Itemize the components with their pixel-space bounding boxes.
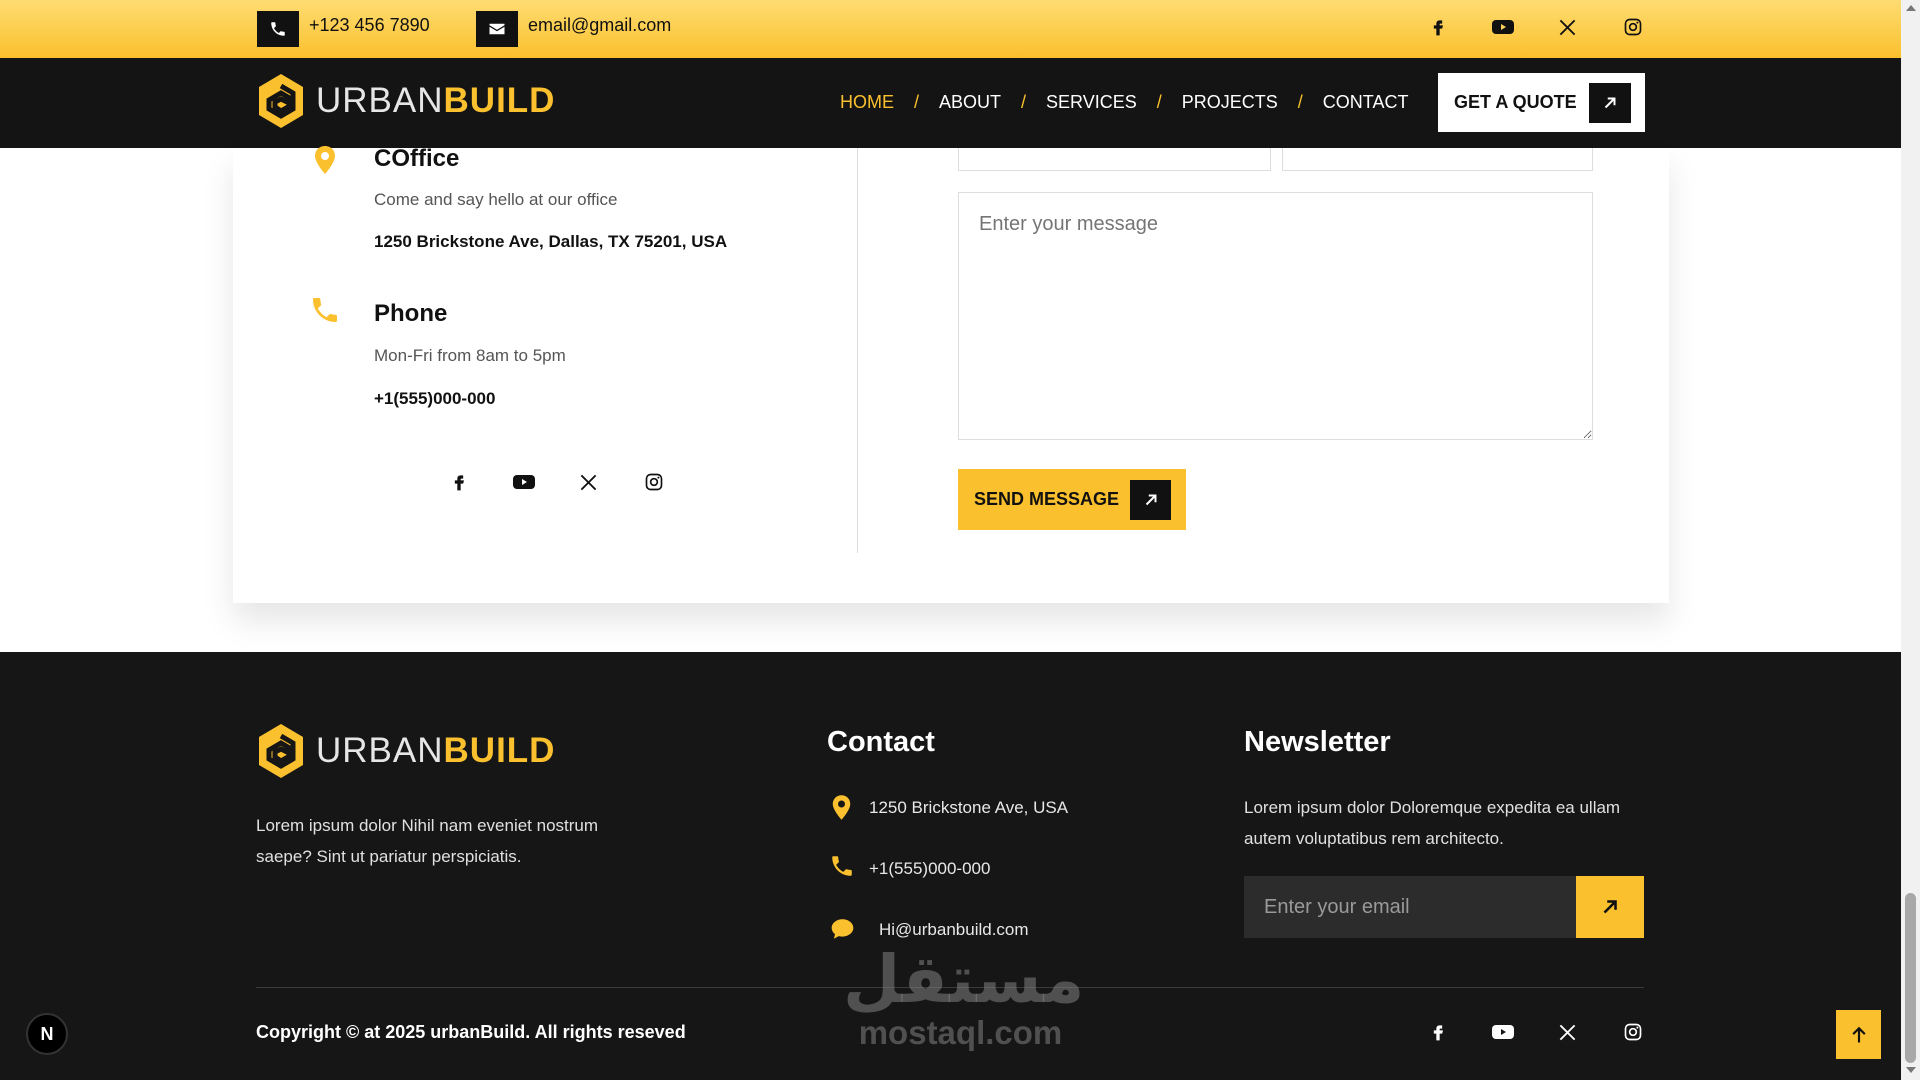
card-social <box>426 472 686 492</box>
topbar-social <box>1405 17 1665 37</box>
nav-services[interactable]: SERVICES <box>1046 92 1137 113</box>
office-title: COffice <box>374 145 460 172</box>
location-pin-icon <box>831 794 852 826</box>
youtube-icon[interactable] <box>491 472 556 492</box>
nav-home[interactable]: HOME <box>840 92 894 113</box>
x-icon[interactable] <box>1535 18 1600 37</box>
scroll-up-arrow[interactable] <box>1906 5 1916 11</box>
instagram-icon[interactable] <box>621 472 686 492</box>
send-message-label: SEND MESSAGE <box>974 489 1120 509</box>
scroll-down-arrow[interactable] <box>1906 1067 1916 1073</box>
newsletter-email-input[interactable] <box>1244 876 1576 938</box>
phone-subtitle: Mon-Fri from 8am to 5pm <box>374 346 566 365</box>
card-divider <box>857 148 858 553</box>
newsletter-description: Lorem ipsum dolor Doloremque expedita ea… <box>1244 798 1621 848</box>
logo-icon <box>259 74 303 128</box>
youtube-icon[interactable] <box>1470 1022 1535 1042</box>
envelope-icon <box>476 11 518 47</box>
footer-email[interactable]: Hi@urbanbuild.com <box>879 920 1029 940</box>
footer-description: Lorem ipsum dolor Nihil nam eveniet nost… <box>256 816 599 866</box>
x-icon[interactable] <box>556 473 621 492</box>
arrow-up-right-icon <box>1603 900 1617 914</box>
location-pin-icon <box>313 145 337 180</box>
send-message-button[interactable]: SEND MESSAGE <box>958 469 1186 530</box>
facebook-icon[interactable] <box>1405 17 1470 37</box>
phone-icon <box>257 11 299 47</box>
get-quote-button[interactable]: GET A QUOTE <box>1438 73 1645 132</box>
top-bar: +123 456 7890 email@gmail.com <box>0 0 1901 58</box>
nav-contact[interactable]: CONTACT <box>1323 92 1409 113</box>
footer-phone[interactable]: +1(555)000-000 <box>869 859 990 879</box>
arrow-up-icon <box>1851 1026 1866 1042</box>
topbar-phone[interactable]: +123 456 7890 <box>309 15 430 36</box>
brand-name: URBANBUILD <box>316 81 556 120</box>
topbar-email[interactable]: email@gmail.com <box>528 15 671 36</box>
copyright-text: Copyright © at 2025 urbanBuild. All righ… <box>256 1022 686 1042</box>
mostaql-watermark: مستقل mostaql.com <box>843 941 1085 1051</box>
get-quote-label: GET A QUOTE <box>1454 92 1577 112</box>
nav-separator: / <box>1156 92 1162 112</box>
message-textarea[interactable] <box>958 192 1593 440</box>
youtube-icon[interactable] <box>1470 17 1535 37</box>
phone-value: +1(555)000-000 <box>374 389 496 408</box>
x-icon[interactable] <box>1535 1023 1600 1042</box>
newsletter-heading: Newsletter <box>1244 726 1391 758</box>
back-to-top-button[interactable] <box>1836 1010 1881 1059</box>
facebook-icon[interactable] <box>426 472 491 492</box>
main-nav: URBANBUILD HOME / ABOUT / SERVICES / PRO… <box>0 58 1901 148</box>
arrow-up-right-icon <box>1589 83 1631 123</box>
brand-name: URBANBUILD <box>316 731 556 770</box>
office-subtitle: Come and say hello at our office <box>374 190 618 209</box>
phone-icon <box>829 853 855 884</box>
footer-logo[interactable]: URBANBUILD <box>256 722 555 780</box>
name-field[interactable] <box>958 148 1271 171</box>
logo-icon <box>259 724 303 778</box>
nav-projects[interactable]: PROJECTS <box>1182 92 1278 113</box>
newsletter-submit-button[interactable] <box>1576 876 1644 938</box>
instagram-icon[interactable] <box>1600 1022 1665 1042</box>
scroll-thumb[interactable] <box>1905 893 1916 1063</box>
header-logo[interactable]: URBANBUILD <box>256 72 555 130</box>
nav-about[interactable]: ABOUT <box>939 92 1001 113</box>
service-field[interactable] <box>1282 148 1593 171</box>
footer-contact-heading: Contact <box>827 726 935 758</box>
nav-separator: / <box>914 92 920 112</box>
nav-menu: HOME / ABOUT / SERVICES / PROJECTS / CON… <box>840 92 1408 113</box>
footer-address: 1250 Brickstone Ave, USA <box>869 798 1069 817</box>
office-address: 1250 Brickstone Ave, Dallas, TX 75201, U… <box>374 232 728 251</box>
facebook-icon[interactable] <box>1405 1022 1470 1042</box>
page-scrollbar[interactable] <box>1901 0 1920 1080</box>
footer-social <box>1405 1022 1665 1042</box>
phone-icon <box>309 294 341 331</box>
nav-separator: / <box>1297 92 1303 112</box>
instagram-icon[interactable] <box>1600 17 1665 37</box>
phone-title: Phone <box>374 300 448 327</box>
nextjs-badge[interactable]: N <box>26 1013 68 1055</box>
nav-separator: / <box>1021 92 1027 112</box>
arrow-up-right-icon <box>1130 480 1171 520</box>
